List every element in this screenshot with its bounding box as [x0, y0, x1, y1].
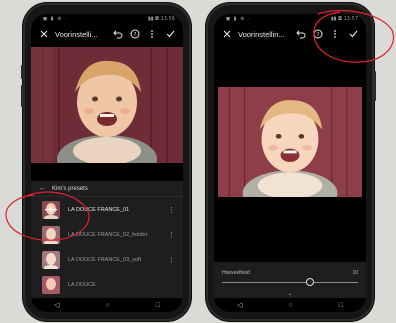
toolbar: Voorinstellin... ?: [214, 24, 366, 44]
android-nav-bar: ◁ ○ □: [31, 298, 183, 312]
preset-label: LA DOUCE: [68, 281, 96, 288]
preset-group-header[interactable]: ← Kim's presets: [31, 181, 183, 197]
amount-label: Hoeveelheid: [222, 270, 250, 276]
close-icon[interactable]: [37, 27, 51, 41]
phone-left: ◼ ▮ ⊕ · ▮▮ ◘ 13:56 Voorinstelli... ? ← K…: [21, 3, 191, 321]
amount-value: 10: [352, 270, 358, 276]
preset-item[interactable]: LA DOUCE FRANCE_01 ⋮: [31, 197, 183, 222]
android-nav-bar: ◁ ○ □: [214, 298, 366, 312]
svg-text:?: ?: [317, 32, 320, 38]
amount-slider[interactable]: [222, 278, 358, 286]
screen-right: ◼ ▮ ⊕ · ▮▮ ◘ 13:57 Voorinstellin... ? Ho…: [214, 14, 366, 312]
more-vertical-icon[interactable]: [328, 27, 342, 41]
home-nav-icon[interactable]: ○: [288, 302, 292, 309]
close-icon[interactable]: [220, 27, 234, 41]
preset-label: LA DOUCE FRANCE_01: [68, 206, 130, 213]
home-nav-icon[interactable]: ○: [105, 302, 109, 309]
recents-nav-icon[interactable]: □: [156, 302, 160, 309]
preset-label: LA DOUCE FRANCE_03_soft: [68, 256, 142, 263]
preset-item[interactable]: LA DOUCE FRANCE_02_holder ⋮: [31, 222, 183, 247]
more-vertical-icon[interactable]: ⋮: [168, 231, 175, 239]
preset-item[interactable]: LA DOUCE: [31, 272, 183, 297]
undo-icon[interactable]: [294, 27, 308, 41]
status-clock: ▮▮ ◘ 13:57: [330, 15, 358, 22]
arrow-left-icon[interactable]: ←: [39, 185, 46, 192]
page-title: Voorinstelli...: [55, 29, 98, 39]
page-title: Voorinstellin...: [238, 29, 285, 39]
preset-thumbnail: [42, 250, 60, 269]
preset-label: LA DOUCE FRANCE_02_holder: [68, 231, 148, 238]
checkmark-icon[interactable]: [346, 27, 360, 41]
screen-left: ◼ ▮ ⊕ · ▮▮ ◘ 13:56 Voorinstelli... ? ← K…: [31, 14, 183, 312]
preset-thumbnail: [42, 200, 60, 219]
help-icon[interactable]: ?: [311, 27, 325, 41]
status-clock: ▮▮ ◘ 13:56: [147, 15, 175, 22]
volume-button: [21, 65, 23, 79]
preset-panel: ← Kim's presets LA DOUCE FRANCE_01 ⋮ LA …: [31, 181, 183, 312]
slider-track: [222, 281, 358, 283]
photo-preview[interactable]: [218, 87, 362, 197]
status-icons-left: ◼ ▮ ⊕ ·: [43, 15, 68, 22]
photo-preview[interactable]: [31, 47, 183, 163]
preset-thumbnail: [42, 225, 60, 244]
phone-right: ◼ ▮ ⊕ · ▮▮ ◘ 13:57 Voorinstellin... ? Ho…: [206, 3, 376, 321]
power-button: [374, 71, 376, 101]
more-vertical-icon[interactable]: ⋮: [168, 206, 175, 214]
slider-handle[interactable]: [306, 278, 315, 286]
svg-text:?: ?: [134, 32, 137, 38]
preset-group-title: Kim's presets: [52, 185, 88, 192]
toolbar: Voorinstelli... ?: [31, 24, 183, 44]
preset-thumbnail: [42, 275, 60, 294]
more-vertical-icon[interactable]: [145, 27, 159, 41]
volume-button: [21, 85, 23, 107]
stage: ◼ ▮ ⊕ · ▮▮ ◘ 13:56 Voorinstelli... ? ← K…: [0, 0, 396, 323]
preset-item[interactable]: LA DOUCE FRANCE_03_soft ⋮: [31, 247, 183, 272]
help-icon[interactable]: ?: [128, 27, 142, 41]
status-bar: ◼ ▮ ⊕ · ▮▮ ◘ 13:57: [214, 14, 366, 23]
back-nav-icon[interactable]: ◁: [54, 302, 59, 309]
more-vertical-icon[interactable]: ⋮: [168, 256, 175, 264]
status-icons-left: ◼ ▮ ⊕ ·: [226, 15, 251, 22]
status-bar: ◼ ▮ ⊕ · ▮▮ ◘ 13:56: [31, 14, 183, 23]
back-nav-icon[interactable]: ◁: [237, 302, 242, 309]
recents-nav-icon[interactable]: □: [339, 302, 343, 309]
undo-icon[interactable]: [111, 27, 125, 41]
checkmark-icon[interactable]: [163, 27, 177, 41]
